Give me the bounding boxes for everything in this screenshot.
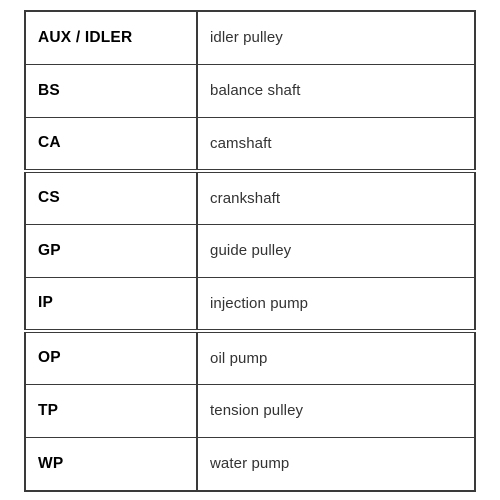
abbreviation-description-cell: tension pulley	[197, 384, 475, 438]
abbreviation-description-cell: balance shaft	[197, 64, 475, 119]
abbreviation-description-cell: guide pulley	[197, 224, 475, 278]
table-row: CS crankshaft	[25, 170, 475, 225]
table-row: WP water pump	[25, 437, 475, 491]
abbreviation-code-cell: WP	[25, 437, 198, 491]
abbreviation-code-cell: AUX / IDLER	[25, 11, 198, 65]
abbreviation-code-cell: OP	[25, 330, 198, 385]
abbreviation-description-cell: water pump	[197, 437, 475, 491]
abbreviation-description-cell: injection pump	[197, 277, 475, 333]
abbreviation-description-cell: oil pump	[197, 330, 475, 385]
table-row: IP injection pump	[25, 277, 475, 333]
abbreviation-code-cell: IP	[25, 277, 198, 333]
abbreviation-code-cell: GP	[25, 224, 198, 278]
abbreviation-code-cell: CA	[25, 117, 198, 173]
abbreviation-code-cell: TP	[25, 384, 198, 438]
table-row: TP tension pulley	[25, 384, 475, 438]
table-row: BS balance shaft	[25, 64, 475, 119]
abbreviation-table: AUX / IDLER idler pulley BS balance shaft CA…	[24, 10, 476, 492]
table-row: GP guide pulley	[25, 224, 475, 278]
abbreviation-table-body: AUX / IDLER idler pulley BS balance shaft CA…	[25, 11, 475, 491]
abbreviation-code-cell: CS	[25, 170, 198, 225]
abbreviation-description-cell: camshaft	[197, 117, 475, 173]
abbreviation-code-cell: BS	[25, 64, 198, 119]
table-row: AUX / IDLER idler pulley	[25, 11, 475, 65]
table-row: OP oil pump	[25, 330, 475, 385]
abbreviation-description-cell: idler pulley	[197, 11, 475, 65]
table-row: CA camshaft	[25, 117, 475, 173]
abbreviation-description-cell: crankshaft	[197, 170, 475, 225]
